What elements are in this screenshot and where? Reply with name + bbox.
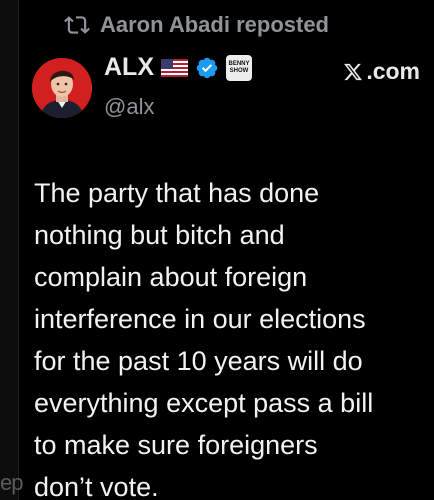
tweet-line: interference in our elections: [34, 304, 366, 334]
tweet-line: to make sure foreigners: [34, 430, 318, 460]
tweet-line: for the past 10 years will do: [34, 346, 363, 376]
avatar-image: [32, 58, 92, 118]
show-badge-icon: BENNY SHOW: [226, 54, 252, 81]
tweet-line: complain about foreign: [34, 262, 308, 292]
verified-badge-icon: [196, 57, 218, 78]
tweet-text: The party that has done nothing but bitc…: [34, 172, 429, 500]
tweet-line: everything except pass a bill: [34, 388, 374, 418]
repost-icon: [64, 16, 90, 34]
source-label: .com: [343, 58, 420, 85]
background-strip: ep: [0, 0, 24, 500]
tweet-line: don’t vote.: [34, 472, 159, 500]
avatar[interactable]: [32, 58, 92, 118]
author-handle[interactable]: @alx: [104, 94, 154, 120]
background-fragment-text: ep: [0, 470, 24, 495]
author-display-name[interactable]: ALX: [104, 53, 154, 82]
show-badge-text: BENNY SHOW: [228, 60, 250, 74]
repost-indicator[interactable]: Aaron Abadi reposted: [64, 12, 329, 38]
repost-label: Aaron Abadi reposted: [100, 12, 329, 37]
tweet-line: The party that has done: [34, 178, 320, 208]
us-flag-icon: [161, 58, 188, 77]
source-text: .com: [366, 58, 420, 84]
tweet-line: nothing but bitch and: [34, 220, 285, 250]
x-logo-icon: [344, 63, 363, 80]
author-name-row: ALX BENNY SHOW: [104, 53, 252, 82]
